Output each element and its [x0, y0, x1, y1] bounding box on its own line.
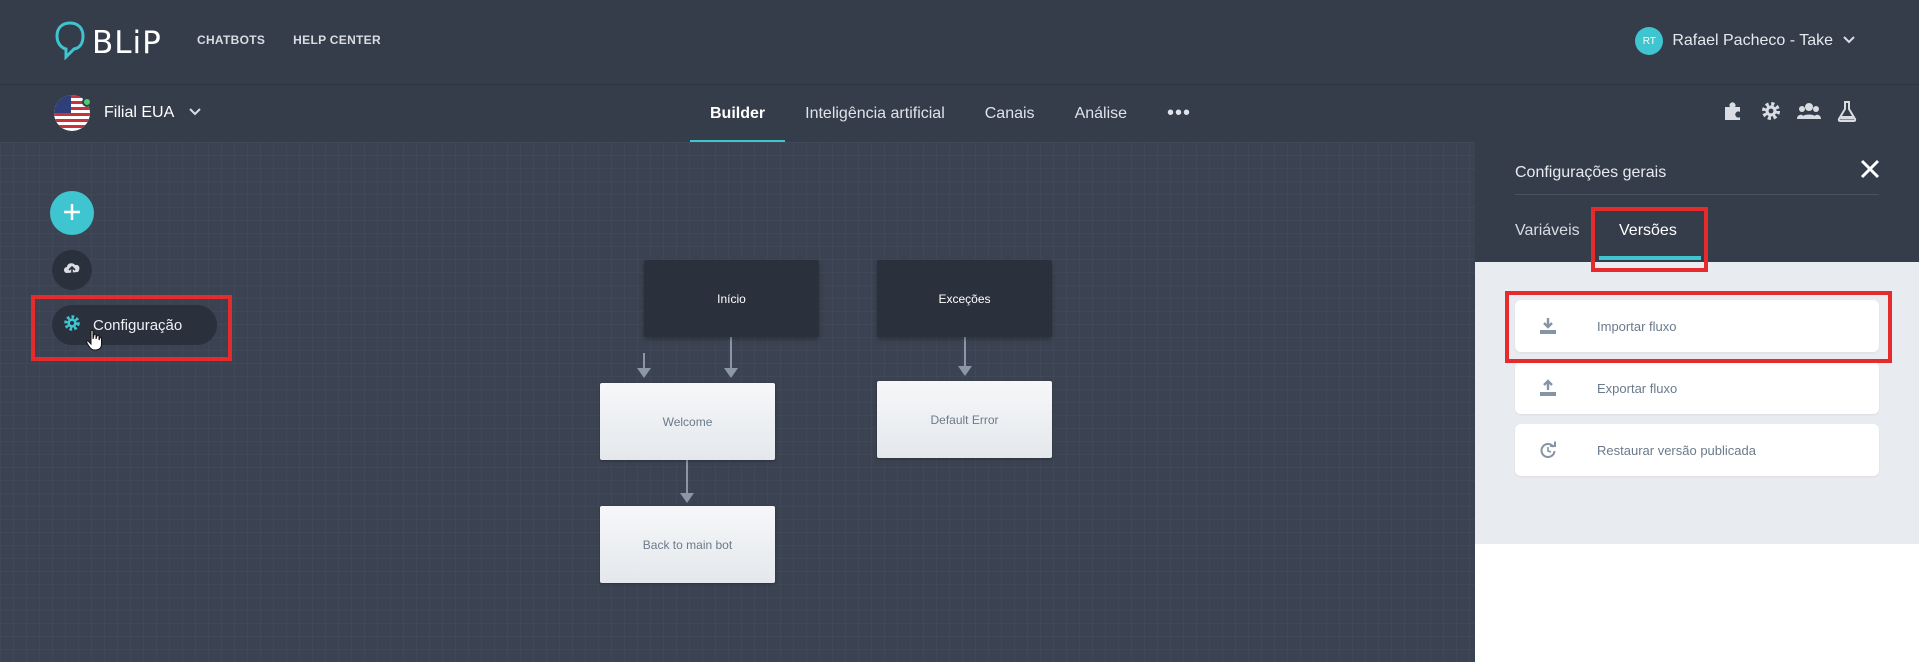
- tab-analise[interactable]: Análise: [1055, 85, 1147, 142]
- tab-variaveis[interactable]: Variáveis: [1515, 222, 1580, 240]
- user-name: Rafael Pacheco - Take: [1672, 32, 1833, 49]
- top-bar: BLiP CHATBOTS HELP CENTER RT Rafael Pach…: [0, 0, 1919, 84]
- nav-chatbots[interactable]: CHATBOTS: [197, 33, 265, 47]
- block-welcome[interactable]: Welcome: [600, 383, 775, 460]
- gear-icon[interactable]: [1759, 99, 1783, 123]
- restore-published-version-label: Restaurar versão publicada: [1597, 442, 1756, 458]
- speech-bubble-icon: [54, 20, 86, 65]
- tab-inteligencia-artificial[interactable]: Inteligência artificial: [785, 85, 965, 142]
- close-icon[interactable]: [1859, 158, 1881, 180]
- export-flow-button[interactable]: Exportar fluxo: [1515, 362, 1879, 414]
- online-status-dot: [82, 97, 92, 107]
- tool-icons: [1721, 99, 1859, 123]
- restore-published-version-button[interactable]: Restaurar versão publicada: [1515, 424, 1879, 476]
- restore-icon: [1537, 439, 1559, 461]
- puzzle-icon[interactable]: [1721, 99, 1745, 123]
- block-inicio[interactable]: Início: [644, 260, 819, 337]
- bot-selector[interactable]: Filial EUA: [54, 95, 202, 131]
- more-tabs-button[interactable]: •••: [1147, 85, 1211, 142]
- divider: [1515, 194, 1879, 195]
- users-icon[interactable]: [1797, 99, 1821, 123]
- publish-button[interactable]: [52, 250, 92, 290]
- bot-name: Filial EUA: [104, 104, 175, 121]
- highlight-configuration: [31, 295, 232, 361]
- top-nav: CHATBOTS HELP CENTER: [197, 33, 381, 47]
- blip-logo[interactable]: BLiP: [54, 20, 162, 65]
- upload-icon: [1537, 377, 1559, 399]
- tab-canais[interactable]: Canais: [965, 85, 1055, 142]
- bot-bar: Filial EUA Builder Inteligência artifici…: [0, 84, 1919, 144]
- highlight-import-flow: [1505, 291, 1892, 363]
- avatar: RT: [1635, 27, 1664, 55]
- highlight-versoes-tab: [1591, 207, 1708, 272]
- cloud-upload-icon: [62, 260, 82, 281]
- nav-help-center[interactable]: HELP CENTER: [293, 33, 381, 47]
- block-back-to-main-bot[interactable]: Back to main bot: [600, 506, 775, 583]
- chevron-down-icon: [1842, 32, 1856, 50]
- plus-icon: [62, 197, 82, 229]
- export-flow-label: Exportar fluxo: [1597, 380, 1678, 396]
- block-excecoes[interactable]: Exceções: [877, 260, 1052, 337]
- panel-title: Configurações gerais: [1515, 164, 1667, 181]
- tab-builder[interactable]: Builder: [690, 85, 786, 144]
- logo-text: BLiP: [92, 24, 162, 61]
- chevron-down-icon: [188, 104, 202, 122]
- add-block-button[interactable]: [50, 191, 94, 235]
- user-menu[interactable]: RT Rafael Pacheco - Take: [1635, 27, 1856, 55]
- flask-icon[interactable]: [1835, 99, 1859, 123]
- block-default-error[interactable]: Default Error: [877, 381, 1052, 458]
- main-tabs: Builder Inteligência artificial Canais A…: [690, 85, 1211, 144]
